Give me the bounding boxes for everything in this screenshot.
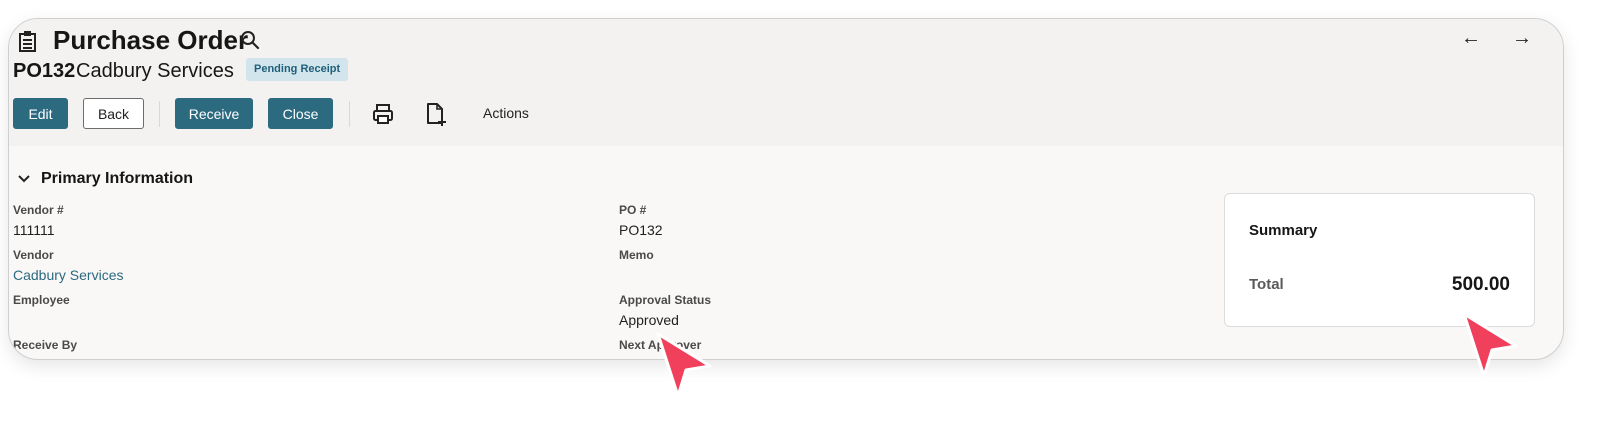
summary-total-label: Total (1249, 276, 1284, 293)
arrow-right-icon[interactable]: → (1512, 27, 1532, 50)
edit-button[interactable]: Edit (13, 98, 68, 129)
summary-total-value: 500.00 (1451, 274, 1510, 295)
field-label-approval-status: Approval Status (619, 293, 712, 307)
printer-icon[interactable] (370, 101, 396, 127)
status-badge: Pending Receipt (246, 58, 349, 81)
actions-menu[interactable]: Actions (483, 105, 529, 121)
app-window: Purchase Order ← → PO132 Cadbury Service… (8, 18, 1564, 360)
record-name: Cadbury Services (76, 60, 234, 82)
field-label-vendor-number: Vendor # (13, 203, 64, 217)
field-label-po-number: PO # (619, 203, 647, 217)
field-label-vendor: Vendor (13, 248, 54, 262)
search-icon[interactable] (239, 29, 261, 51)
field-value-vendor-number: 111111 (13, 222, 55, 238)
receive-button[interactable]: Receive (175, 98, 253, 129)
pointer-cursor-icon (656, 332, 712, 398)
vendor-link[interactable]: Cadbury Services (13, 267, 124, 283)
field-label-receive-by: Receive By (13, 338, 78, 352)
new-document-icon[interactable] (422, 101, 448, 127)
record-number: PO132 (13, 60, 76, 82)
field-label-memo: Memo (619, 248, 654, 262)
field-value-approval-status: Approved (619, 312, 679, 328)
chevron-down-icon[interactable] (17, 172, 31, 186)
close-button[interactable]: Close (268, 98, 333, 129)
summary-card: Summary Total 500.00 (1224, 193, 1535, 327)
arrow-left-icon[interactable]: ← (1461, 27, 1481, 50)
section-title: Primary Information (41, 170, 194, 187)
toolbar-divider (349, 101, 350, 127)
summary-title: Summary (1249, 222, 1318, 239)
toolbar-divider (159, 101, 160, 127)
field-label-employee: Employee (13, 293, 70, 307)
page-title: Purchase Order (53, 25, 249, 55)
back-button[interactable]: Back (83, 98, 144, 129)
record-list-icon (19, 31, 36, 52)
pointer-cursor-icon (1462, 312, 1518, 378)
field-value-po-number: PO132 (619, 222, 663, 238)
